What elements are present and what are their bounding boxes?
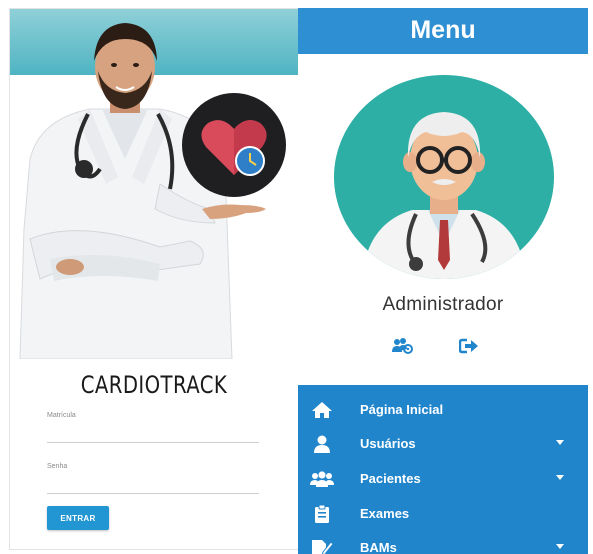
side-menu: Menu Administrador Página Inicial Usuári… (298, 8, 588, 554)
users-group-icon (310, 468, 334, 490)
nav-label-bams: BAMs (360, 540, 397, 554)
open-hand (202, 204, 266, 219)
doctor-avatar (334, 75, 554, 279)
edit-document-icon (310, 537, 334, 554)
login-screen: CARDIOTRACK Matrícula Senha ENTRAR (9, 8, 299, 550)
login-button[interactable]: ENTRAR (47, 506, 109, 530)
username-underline (47, 442, 259, 443)
nav-menu: Página Inicial Usuários Pacientes Exames… (298, 385, 588, 554)
app-brand-title: CARDIOTRACK (80, 371, 228, 399)
logout-icon[interactable] (458, 337, 480, 355)
home-icon (310, 399, 334, 421)
nav-label-patients: Pacientes (360, 471, 421, 486)
username-input[interactable] (47, 423, 263, 443)
chevron-down-icon[interactable] (556, 475, 564, 480)
heart-clock-icon (182, 93, 286, 197)
manage-users-icon[interactable] (391, 337, 413, 355)
chevron-down-icon[interactable] (556, 440, 564, 445)
clipboard-icon (310, 503, 334, 525)
user-icon (310, 433, 334, 455)
nav-item-home[interactable]: Página Inicial (298, 393, 588, 427)
password-label: Senha (47, 463, 68, 470)
password-input[interactable] (47, 474, 263, 494)
nav-label-home: Página Inicial (360, 402, 444, 417)
username-label: Matrícula (47, 412, 76, 419)
nav-item-patients[interactable]: Pacientes (298, 462, 588, 496)
nav-item-users[interactable]: Usuários (298, 427, 588, 461)
menu-title: Menu (298, 8, 588, 54)
nav-label-exams: Exames (360, 506, 410, 521)
nav-item-exams[interactable]: Exames (298, 497, 588, 531)
user-name: Administrador (382, 294, 504, 315)
password-underline (47, 493, 259, 494)
nav-label-users: Usuários (360, 436, 416, 451)
chevron-down-icon[interactable] (556, 544, 564, 549)
nav-item-bams[interactable]: BAMs (298, 531, 588, 554)
